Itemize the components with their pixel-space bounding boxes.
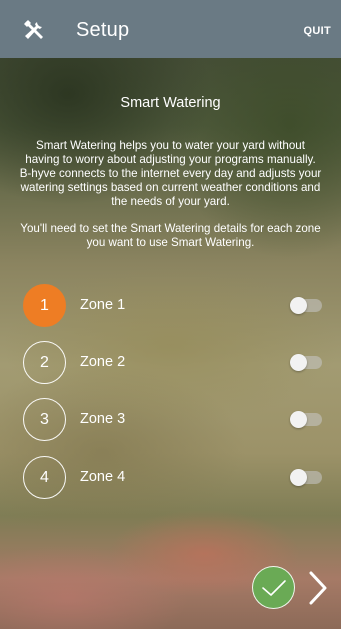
smart-watering-toggle[interactable]	[290, 297, 322, 314]
zone-number-badge: 4	[23, 456, 66, 499]
page-title: Setup	[76, 19, 130, 41]
toggle-knob	[290, 354, 307, 371]
zone-row-3[interactable]: 3 Zone 3	[0, 398, 341, 442]
zone-label: Zone 3	[80, 411, 126, 427]
done-button[interactable]	[252, 566, 295, 609]
toggle-knob	[290, 297, 307, 314]
section-title: Smart Watering	[120, 95, 221, 111]
zone-label: Zone 1	[80, 297, 126, 313]
checkmark-icon	[261, 579, 286, 596]
description-paragraph: You'll need to set the Smart Watering de…	[20, 222, 321, 249]
description: Smart Watering helps you to water your y…	[18, 139, 323, 250]
quit-button[interactable]: QUIT	[304, 25, 331, 37]
toggle-knob	[290, 469, 307, 486]
zone-row-4[interactable]: 4 Zone 4	[0, 456, 341, 500]
zone-label: Zone 2	[80, 354, 126, 370]
description-paragraph: Smart Watering helps you to water your y…	[19, 139, 322, 208]
app-header: Setup QUIT	[0, 0, 341, 58]
smart-watering-toggle[interactable]	[290, 354, 322, 371]
chevron-right-icon[interactable]	[306, 570, 330, 606]
toggle-knob	[290, 411, 307, 428]
zone-label: Zone 4	[80, 469, 126, 485]
zone-number-badge: 3	[23, 398, 66, 441]
zone-row-1[interactable]: 1 Zone 1	[0, 284, 341, 328]
zone-row-2[interactable]: 2 Zone 2	[0, 341, 341, 385]
smart-watering-toggle[interactable]	[290, 469, 322, 486]
tools-icon[interactable]	[22, 18, 46, 42]
zone-number-badge: 1	[23, 284, 66, 327]
smart-watering-toggle[interactable]	[290, 411, 322, 428]
zone-number-badge: 2	[23, 341, 66, 384]
